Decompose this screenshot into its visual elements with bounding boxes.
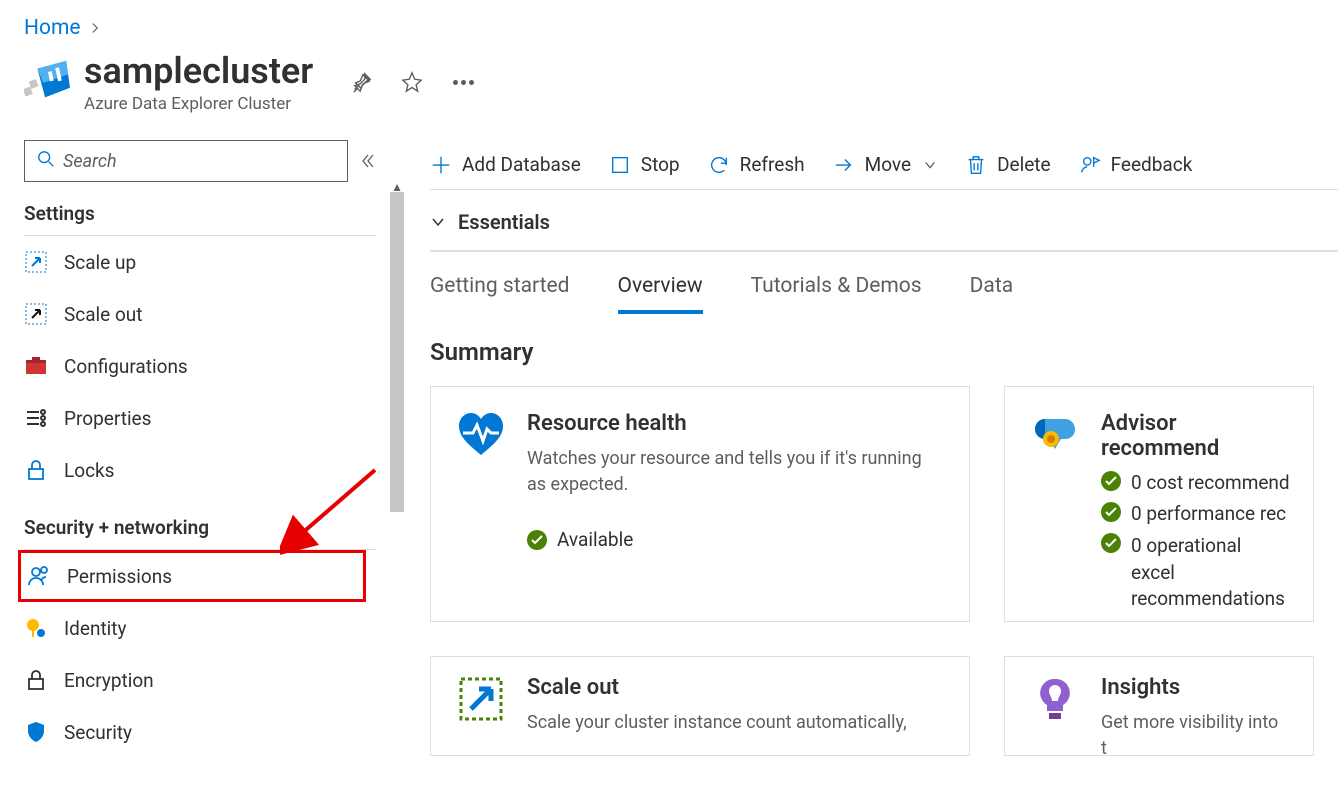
card-title: Scale out: [527, 675, 907, 700]
tab-getting-started[interactable]: Getting started: [430, 274, 570, 314]
sidebar-item-label: Locks: [64, 459, 114, 482]
health-status: Available: [527, 528, 943, 551]
shield-icon: [24, 720, 48, 744]
sidebar-section-security: Security + networking: [24, 516, 376, 550]
sidebar-item-label: Properties: [64, 407, 151, 430]
sidebar-item-label: Permissions: [67, 565, 172, 588]
check-circle-icon: [1101, 502, 1121, 522]
page-subtitle: Azure Data Explorer Cluster: [84, 94, 313, 114]
more-actions-icon[interactable]: [451, 80, 475, 85]
stop-button[interactable]: Stop: [609, 153, 680, 176]
sidebar-item-identity[interactable]: Identity: [24, 602, 376, 654]
scale-out-card-icon: [457, 675, 505, 731]
summary-heading: Summary: [430, 338, 1338, 366]
scale-up-icon: [24, 250, 48, 274]
sidebar-item-label: Scale out: [64, 303, 143, 326]
configurations-icon: [24, 354, 48, 378]
tab-data[interactable]: Data: [970, 274, 1014, 314]
breadcrumb-home-link[interactable]: Home: [24, 16, 81, 40]
card-title: Resource health: [527, 411, 943, 436]
search-icon: [37, 150, 55, 172]
sidebar-item-label: Scale up: [64, 251, 136, 274]
main-content: Add Database Stop Refresh Move Delete: [380, 140, 1338, 780]
card-title: Insights: [1101, 675, 1287, 700]
delete-button[interactable]: Delete: [965, 153, 1051, 176]
advisor-icon: [1031, 411, 1079, 597]
page-title-row: samplecluster Azure Data Explorer Cluste…: [0, 40, 1338, 114]
sidebar-item-permissions[interactable]: Permissions: [18, 550, 366, 602]
sidebar-item-configurations[interactable]: Configurations: [24, 340, 376, 392]
card-advisor[interactable]: Advisor recommend 0 cost recommend 0 per…: [1004, 386, 1314, 622]
sidebar-item-security[interactable]: Security: [24, 706, 376, 758]
card-title: Advisor recommend: [1101, 411, 1290, 461]
insights-icon: [1031, 675, 1079, 731]
card-resource-health[interactable]: Resource health Watches your resource an…: [430, 386, 970, 622]
encryption-icon: [24, 668, 48, 692]
page-title: samplecluster: [84, 50, 313, 92]
sidebar-section-settings: Settings: [24, 202, 376, 236]
favorite-star-icon[interactable]: [401, 71, 423, 93]
heart-health-icon: [457, 411, 505, 597]
advisor-row: 0 cost recommend: [1101, 471, 1290, 494]
sidebar-item-label: Encryption: [64, 669, 154, 692]
check-circle-icon: [1101, 471, 1121, 491]
sidebar-item-encryption[interactable]: Encryption: [24, 654, 376, 706]
sidebar-item-scale-out[interactable]: Scale out: [24, 288, 376, 340]
card-desc: Scale your cluster instance count automa…: [527, 710, 907, 736]
pin-icon[interactable]: [351, 71, 373, 93]
check-circle-icon: [527, 530, 547, 550]
sidebar: Settings Scale up Scale out Configuratio…: [0, 140, 380, 780]
sidebar-item-label: Identity: [64, 617, 127, 640]
permissions-icon: [27, 564, 51, 588]
tab-tutorials[interactable]: Tutorials & Demos: [751, 274, 922, 314]
chevron-down-icon: [923, 158, 937, 172]
sidebar-item-scale-up[interactable]: Scale up: [24, 236, 376, 288]
check-circle-icon: [1101, 533, 1121, 553]
scale-out-icon: [24, 302, 48, 326]
collapse-sidebar-icon[interactable]: [360, 153, 376, 169]
sidebar-item-label: Security: [64, 721, 132, 744]
chevron-down-icon: [430, 214, 446, 230]
sidebar-search[interactable]: [24, 140, 348, 182]
breadcrumb: Home: [0, 0, 1338, 40]
refresh-button[interactable]: Refresh: [708, 153, 805, 176]
advisor-row: 0 performance rec: [1101, 502, 1290, 525]
move-button[interactable]: Move: [833, 153, 937, 176]
card-scale-out[interactable]: Scale out Scale your cluster instance co…: [430, 656, 970, 756]
card-desc: Watches your resource and tells you if i…: [527, 446, 943, 498]
command-toolbar: Add Database Stop Refresh Move Delete: [430, 140, 1338, 190]
card-desc: Get more visibility into t: [1101, 710, 1287, 756]
tab-overview[interactable]: Overview: [618, 274, 703, 314]
feedback-button[interactable]: Feedback: [1079, 153, 1193, 176]
properties-icon: [24, 406, 48, 430]
scrollbar-thumb[interactable]: [390, 192, 404, 512]
card-insights[interactable]: Insights Get more visibility into t: [1004, 656, 1314, 756]
search-input[interactable]: [63, 151, 335, 172]
add-database-button[interactable]: Add Database: [430, 153, 581, 176]
essentials-toggle[interactable]: Essentials: [430, 190, 1338, 252]
breadcrumb-separator: [89, 16, 101, 40]
sidebar-item-label: Configurations: [64, 355, 188, 378]
identity-icon: [24, 616, 48, 640]
cluster-icon: [24, 59, 70, 105]
tab-bar: Getting started Overview Tutorials & Dem…: [430, 252, 1338, 322]
lock-icon: [24, 458, 48, 482]
advisor-row: 0 operational excelrecommendations: [1101, 533, 1290, 613]
sidebar-item-locks[interactable]: Locks: [24, 444, 376, 496]
sidebar-item-properties[interactable]: Properties: [24, 392, 376, 444]
